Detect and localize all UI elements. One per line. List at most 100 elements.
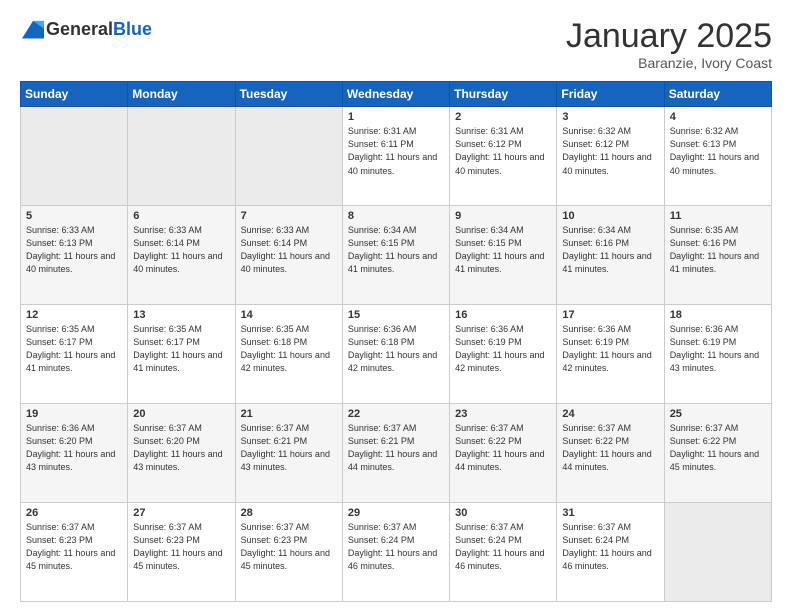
day-info: Sunrise: 6:36 AMSunset: 6:19 PMDaylight:… xyxy=(455,323,551,375)
calendar: SundayMondayTuesdayWednesdayThursdayFrid… xyxy=(20,81,772,602)
title-section: January 2025 Baranzie, Ivory Coast xyxy=(566,18,772,71)
day-info: Sunrise: 6:31 AMSunset: 6:12 PMDaylight:… xyxy=(455,125,551,177)
day-number: 20 xyxy=(133,408,229,420)
weekday-header-monday: Monday xyxy=(128,82,235,107)
weekday-header-thursday: Thursday xyxy=(450,82,557,107)
day-cell: 11 Sunrise: 6:35 AMSunset: 6:16 PMDayligh… xyxy=(664,206,771,305)
day-info: Sunrise: 6:35 AMSunset: 6:16 PMDaylight:… xyxy=(670,224,766,276)
day-info: Sunrise: 6:33 AMSunset: 6:14 PMDaylight:… xyxy=(133,224,229,276)
weekday-row: SundayMondayTuesdayWednesdayThursdayFrid… xyxy=(21,82,772,107)
day-number: 13 xyxy=(133,309,229,321)
logo: GeneralBlue xyxy=(20,18,152,40)
day-cell xyxy=(128,107,235,206)
day-info: Sunrise: 6:36 AMSunset: 6:19 PMDaylight:… xyxy=(562,323,658,375)
calendar-body: 1 Sunrise: 6:31 AMSunset: 6:11 PMDaylight… xyxy=(21,107,772,602)
day-cell: 14Sunrise: 6:35 AMSunset: 6:18 PMDayligh… xyxy=(235,305,342,404)
day-number: 21 xyxy=(241,408,337,420)
day-info: Sunrise: 6:36 AMSunset: 6:18 PMDaylight:… xyxy=(348,323,444,375)
day-cell: 6 Sunrise: 6:33 AMSunset: 6:14 PMDaylight… xyxy=(128,206,235,305)
logo-general: General xyxy=(46,19,113,39)
page: GeneralBlue January 2025 Baranzie, Ivory… xyxy=(0,0,792,612)
day-info: Sunrise: 6:37 AMSunset: 6:23 PMDaylight:… xyxy=(241,521,337,573)
day-number: 22 xyxy=(348,408,444,420)
day-info: Sunrise: 6:32 AMSunset: 6:13 PMDaylight:… xyxy=(670,125,766,177)
day-cell: 7 Sunrise: 6:33 AMSunset: 6:14 PMDaylight… xyxy=(235,206,342,305)
day-cell: 9Sunrise: 6:34 AMSunset: 6:15 PMDaylight… xyxy=(450,206,557,305)
day-cell xyxy=(235,107,342,206)
day-number: 2 xyxy=(455,111,551,123)
day-number: 24 xyxy=(562,408,658,420)
day-number: 26 xyxy=(26,507,122,519)
logo-icon xyxy=(22,18,44,40)
day-cell: 29Sunrise: 6:37 AMSunset: 6:24 PMDayligh… xyxy=(342,503,449,602)
day-cell: 19 Sunrise: 6:36 AMSunset: 6:20 PMDayligh… xyxy=(21,404,128,503)
day-cell: 2 Sunrise: 6:31 AMSunset: 6:12 PMDaylight… xyxy=(450,107,557,206)
day-cell xyxy=(664,503,771,602)
day-cell: 4 Sunrise: 6:32 AMSunset: 6:13 PMDaylight… xyxy=(664,107,771,206)
calendar-header: SundayMondayTuesdayWednesdayThursdayFrid… xyxy=(21,82,772,107)
day-cell: 25Sunrise: 6:37 AMSunset: 6:22 PMDayligh… xyxy=(664,404,771,503)
day-number: 7 xyxy=(241,210,337,222)
day-number: 4 xyxy=(670,111,766,123)
day-info: Sunrise: 6:33 AMSunset: 6:13 PMDaylight:… xyxy=(26,224,122,276)
day-cell: 21Sunrise: 6:37 AMSunset: 6:21 PMDayligh… xyxy=(235,404,342,503)
day-info: Sunrise: 6:32 AMSunset: 6:12 PMDaylight:… xyxy=(562,125,658,177)
day-number: 6 xyxy=(133,210,229,222)
day-info: Sunrise: 6:35 AMSunset: 6:17 PMDaylight:… xyxy=(133,323,229,375)
day-number: 11 xyxy=(670,210,766,222)
day-info: Sunrise: 6:36 AMSunset: 6:20 PMDaylight:… xyxy=(26,422,122,474)
day-cell: 28 Sunrise: 6:37 AMSunset: 6:23 PMDayligh… xyxy=(235,503,342,602)
day-number: 27 xyxy=(133,507,229,519)
weekday-header-sunday: Sunday xyxy=(21,82,128,107)
day-number: 23 xyxy=(455,408,551,420)
week-row-5: 26 Sunrise: 6:37 AMSunset: 6:23 PMDayligh… xyxy=(21,503,772,602)
day-info: Sunrise: 6:34 AMSunset: 6:16 PMDaylight:… xyxy=(562,224,658,276)
day-number: 5 xyxy=(26,210,122,222)
day-info: Sunrise: 6:34 AMSunset: 6:15 PMDaylight:… xyxy=(348,224,444,276)
day-number: 3 xyxy=(562,111,658,123)
weekday-header-saturday: Saturday xyxy=(664,82,771,107)
day-info: Sunrise: 6:37 AMSunset: 6:22 PMDaylight:… xyxy=(562,422,658,474)
day-info: Sunrise: 6:37 AMSunset: 6:22 PMDaylight:… xyxy=(455,422,551,474)
weekday-header-friday: Friday xyxy=(557,82,664,107)
day-cell: 12 Sunrise: 6:35 AMSunset: 6:17 PMDayligh… xyxy=(21,305,128,404)
week-row-4: 19 Sunrise: 6:36 AMSunset: 6:20 PMDayligh… xyxy=(21,404,772,503)
day-info: Sunrise: 6:37 AMSunset: 6:23 PMDaylight:… xyxy=(26,521,122,573)
day-cell: 27 Sunrise: 6:37 AMSunset: 6:23 PMDayligh… xyxy=(128,503,235,602)
day-cell: 31 Sunrise: 6:37 AMSunset: 6:24 PMDayligh… xyxy=(557,503,664,602)
day-number: 31 xyxy=(562,507,658,519)
day-cell: 22 Sunrise: 6:37 AMSunset: 6:21 PMDayligh… xyxy=(342,404,449,503)
day-info: Sunrise: 6:37 AMSunset: 6:24 PMDaylight:… xyxy=(348,521,444,573)
month-title: January 2025 xyxy=(566,18,772,55)
day-number: 18 xyxy=(670,309,766,321)
day-number: 15 xyxy=(348,309,444,321)
day-number: 12 xyxy=(26,309,122,321)
day-cell: 8Sunrise: 6:34 AMSunset: 6:15 PMDaylight… xyxy=(342,206,449,305)
day-cell: 5 Sunrise: 6:33 AMSunset: 6:13 PMDaylight… xyxy=(21,206,128,305)
day-info: Sunrise: 6:37 AMSunset: 6:23 PMDaylight:… xyxy=(133,521,229,573)
day-cell xyxy=(21,107,128,206)
day-info: Sunrise: 6:37 AMSunset: 6:24 PMDaylight:… xyxy=(562,521,658,573)
day-info: Sunrise: 6:31 AMSunset: 6:11 PMDaylight:… xyxy=(348,125,444,177)
day-info: Sunrise: 6:35 AMSunset: 6:18 PMDaylight:… xyxy=(241,323,337,375)
day-number: 17 xyxy=(562,309,658,321)
day-info: Sunrise: 6:36 AMSunset: 6:19 PMDaylight:… xyxy=(670,323,766,375)
header: GeneralBlue January 2025 Baranzie, Ivory… xyxy=(20,18,772,71)
day-info: Sunrise: 6:33 AMSunset: 6:14 PMDaylight:… xyxy=(241,224,337,276)
day-info: Sunrise: 6:34 AMSunset: 6:15 PMDaylight:… xyxy=(455,224,551,276)
day-cell: 23 Sunrise: 6:37 AMSunset: 6:22 PMDayligh… xyxy=(450,404,557,503)
day-cell: 10Sunrise: 6:34 AMSunset: 6:16 PMDayligh… xyxy=(557,206,664,305)
day-number: 25 xyxy=(670,408,766,420)
weekday-header-wednesday: Wednesday xyxy=(342,82,449,107)
day-cell: 30Sunrise: 6:37 AMSunset: 6:24 PMDayligh… xyxy=(450,503,557,602)
day-info: Sunrise: 6:37 AMSunset: 6:20 PMDaylight:… xyxy=(133,422,229,474)
location-title: Baranzie, Ivory Coast xyxy=(566,55,772,71)
day-cell: 13 Sunrise: 6:35 AMSunset: 6:17 PMDayligh… xyxy=(128,305,235,404)
day-number: 1 xyxy=(348,111,444,123)
day-cell: 26 Sunrise: 6:37 AMSunset: 6:23 PMDayligh… xyxy=(21,503,128,602)
day-info: Sunrise: 6:37 AMSunset: 6:21 PMDaylight:… xyxy=(348,422,444,474)
day-info: Sunrise: 6:35 AMSunset: 6:17 PMDaylight:… xyxy=(26,323,122,375)
week-row-3: 12 Sunrise: 6:35 AMSunset: 6:17 PMDayligh… xyxy=(21,305,772,404)
day-number: 28 xyxy=(241,507,337,519)
day-number: 19 xyxy=(26,408,122,420)
